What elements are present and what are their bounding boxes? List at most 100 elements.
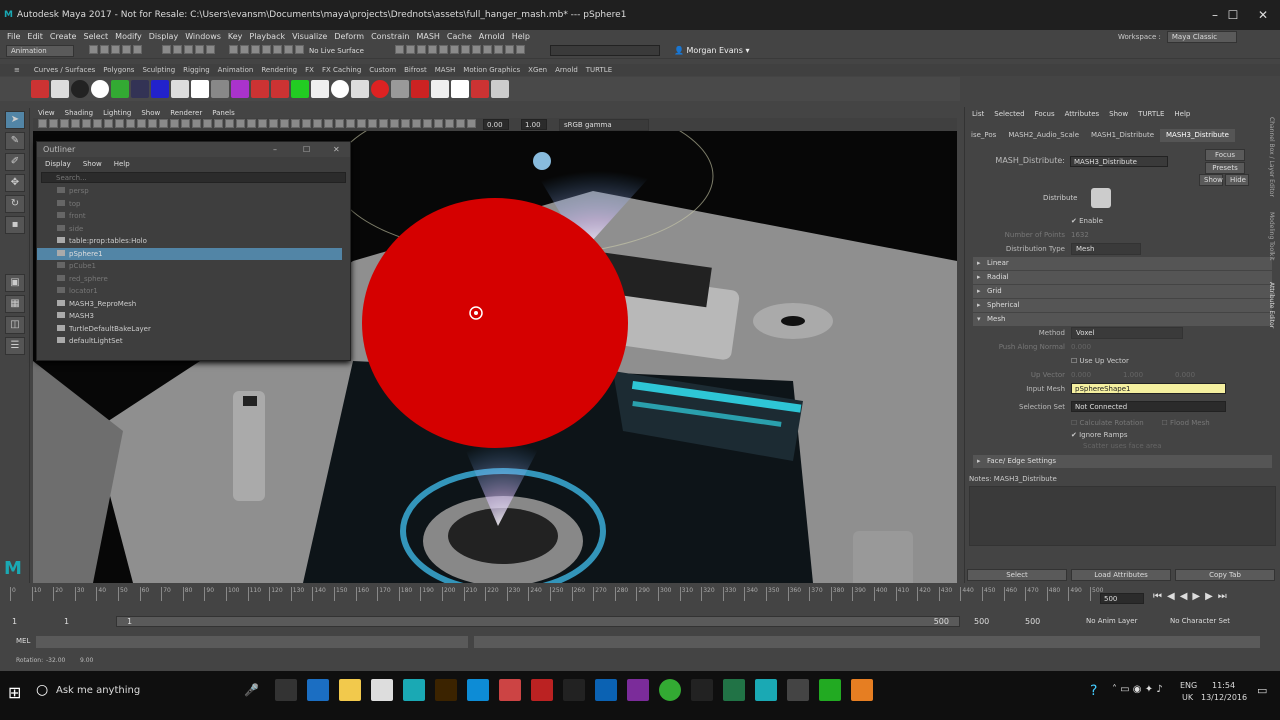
attr-tab[interactable]: MASH1_Distribute [1085,129,1160,142]
close-icon[interactable]: ✕ [333,145,340,154]
exposure-field[interactable]: 0.00 [483,119,509,130]
viewport-menu-lighting[interactable]: Lighting [103,109,131,117]
shelf-icon[interactable] [331,80,349,98]
menu-modify[interactable]: Modify [115,32,142,41]
chrome-icon[interactable] [659,679,681,701]
shelf-menu-icon[interactable]: ≡ [14,66,20,74]
notes-field[interactable] [969,486,1276,546]
shelf-icon[interactable] [431,80,449,98]
menu-edit[interactable]: Edit [27,32,43,41]
terminal-icon[interactable] [787,679,809,701]
outliner-item[interactable]: red_sphere [37,273,342,286]
select-button[interactable]: Select [967,569,1067,581]
start-frame-field[interactable]: 1 [12,617,17,626]
app-icon[interactable] [531,679,553,701]
up-vector-z[interactable]: 0.000 [1175,371,1195,379]
outliner-item[interactable]: front [37,210,342,223]
attr-menu-show[interactable]: Show [1109,110,1128,118]
shelf-icon[interactable] [171,80,189,98]
shelf-icon[interactable] [151,80,169,98]
shelf-icon[interactable] [351,80,369,98]
copy-tab-button[interactable]: Copy Tab [1175,569,1275,581]
microphone-icon[interactable]: 🎤 [244,683,259,697]
maximize-button[interactable]: ☐ [1218,0,1248,30]
shelf-icon[interactable] [451,80,469,98]
viewport-menu-show[interactable]: Show [141,109,160,117]
selection-set-field[interactable]: Not Connected [1071,401,1226,412]
menu-cache[interactable]: Cache [447,32,472,41]
shelf-icon[interactable] [491,80,509,98]
user-menu[interactable]: 👤 Morgan Evans ▾ [674,46,750,55]
shelf-tab[interactable]: XGen [528,66,547,74]
menu-key[interactable]: Key [228,32,243,41]
range-slider[interactable]: 1 500 [116,616,960,627]
help-icon[interactable]: ? [1090,683,1097,699]
push-value[interactable]: 0.000 [1071,343,1091,351]
shelf-tab[interactable]: MASH [435,66,456,74]
language-indicator[interactable]: ENG [1180,681,1197,690]
method-dropdown[interactable]: Voxel [1071,327,1183,339]
lasso-tool-icon[interactable]: ✎ [5,132,25,150]
shelf-icon[interactable] [191,80,209,98]
up-vector-x[interactable]: 0.000 [1071,368,1123,382]
command-input[interactable] [36,636,468,648]
node-name-field[interactable]: MASH3_Distribute [1070,156,1168,167]
face-edge-frame[interactable]: Face/ Edge Settings [973,455,1272,468]
input-field[interactable] [549,45,660,56]
outliner-menu-help[interactable]: Help [114,160,130,168]
outliner-item[interactable]: MASH3_ReproMesh [37,298,342,311]
outliner-item[interactable]: pSphere1 [37,247,342,260]
windows-start-icon[interactable]: ⊞ [8,683,21,702]
minimize-icon[interactable]: – [273,145,277,154]
app-icon[interactable] [819,679,841,701]
side-tab-channel-box[interactable]: Channel Box / Layer Editor [1268,117,1275,197]
shelf-tab[interactable]: FX Caching [322,66,361,74]
shelf-icon[interactable] [91,80,109,98]
outliner-menu-show[interactable]: Show [83,160,102,168]
app-icon[interactable] [691,679,713,701]
shelf-tab[interactable]: Bifrost [404,66,427,74]
viewport-menu-panels[interactable]: Panels [212,109,235,117]
attr-tab[interactable]: MASH2_Audio_Scale [1002,129,1085,142]
up-vector-y[interactable]: 1.000 [1123,368,1175,382]
maya-icon[interactable] [755,679,777,701]
character-set-dropdown[interactable]: No Character Set [1170,617,1230,625]
menu-deform[interactable]: Deform [334,32,364,41]
attr-menu-help[interactable]: Help [1174,110,1190,118]
app-icon[interactable] [851,679,873,701]
load-attributes-button[interactable]: Load Attributes [1071,569,1171,581]
time-slider[interactable]: 0 10 20 30 40 50 60 70 80 90 100 110 120 130 140 150 160… [0,583,1280,611]
frame-linear[interactable]: Linear [973,257,1272,270]
scale-tool-icon[interactable]: ▪ [5,216,25,234]
notifications-icon[interactable]: ▭ [1257,684,1267,697]
rotate-tool-icon[interactable]: ↻ [5,195,25,213]
edge-icon[interactable] [307,679,329,701]
live-surface-label[interactable]: No Live Surface [309,47,364,55]
ignore-ramps-row[interactable]: ✔ Ignore Ramps [965,430,1280,441]
outliner-item[interactable]: pCube1 [37,260,342,273]
shelf-tab[interactable]: TURTLE [586,66,612,74]
frame-grid[interactable]: Grid [973,285,1272,298]
shelf-tab[interactable]: Animation [218,66,254,74]
shelf-icon[interactable] [311,80,329,98]
excel-icon[interactable] [723,679,745,701]
anim-layer-dropdown[interactable]: No Anim Layer [1086,617,1137,625]
shelf-icon[interactable] [251,80,269,98]
attr-menu-list[interactable]: List [972,110,984,118]
shelf-icon[interactable] [51,80,69,98]
menu-visualize[interactable]: Visualize [292,32,327,41]
shelf-icon[interactable] [471,80,489,98]
shelf-tab[interactable]: Custom [369,66,396,74]
search-icon[interactable]: ○ [36,682,48,698]
task-view-icon[interactable] [275,679,297,701]
use-up-vector-row[interactable]: ☐ Use Up Vector [965,354,1280,368]
onenote-icon[interactable] [627,679,649,701]
viewport-menu-view[interactable]: View [38,109,55,117]
gamma-field[interactable]: 1.00 [521,119,547,130]
show-button[interactable]: Show [1199,174,1223,186]
close-button[interactable]: ✕ [1248,0,1278,30]
shelf-icon[interactable] [231,80,249,98]
menu-select[interactable]: Select [83,32,108,41]
range-start-field[interactable]: 1 [64,617,69,626]
shelf-tab[interactable]: Motion Graphics [463,66,520,74]
